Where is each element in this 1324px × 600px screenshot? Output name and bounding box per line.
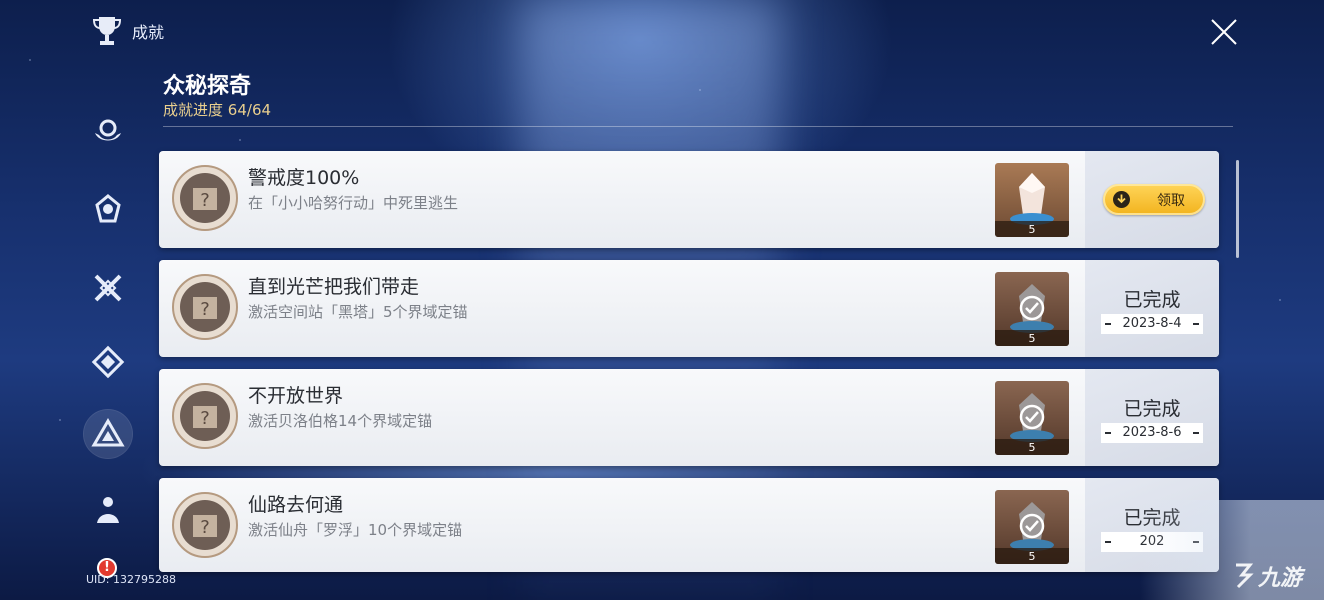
figure-emblem-icon: [97, 497, 119, 523]
sidebar-item-6[interactable]: [84, 486, 132, 534]
hands-emblem-icon: [95, 119, 121, 141]
crossed-swords-emblem-icon: [94, 274, 122, 302]
sidebar-item-2[interactable]: [84, 186, 132, 234]
achievement-description: 激活空间站「黑塔」5个界域定锚: [248, 303, 468, 321]
completion-date: 2023-8-6: [1101, 423, 1203, 443]
list-scrollbar[interactable]: [1236, 160, 1239, 258]
achievement-description: 激活仙舟「罗浮」10个界域定锚: [248, 521, 463, 539]
status-panel: 领取: [1085, 151, 1219, 248]
category-title: 众秘探奇: [163, 74, 252, 99]
achievement-title: 警戒度100%: [248, 167, 360, 189]
achievement-medal-icon: ?: [172, 274, 238, 340]
sidebar-item-3[interactable]: [84, 264, 132, 312]
achievement-progress: 成就进度 64/64: [163, 99, 271, 120]
divider: [163, 126, 1233, 127]
reward-qty: 5: [1028, 441, 1036, 454]
achievement-card: ? 仙路去何通 激活仙舟「罗浮」10个界域定锚 5 已完成 202: [159, 478, 1219, 572]
triangle-emblem-icon: [91, 418, 125, 447]
svg-text:?: ?: [200, 299, 210, 320]
watermark: 九游: [1232, 560, 1302, 592]
claim-label: 领取: [1157, 193, 1185, 209]
achievement-card: ? 直到光芒把我们带走 激活空间站「黑塔」5个界域定锚 5 已完成 2023-8…: [159, 260, 1219, 357]
sidebar-item-4[interactable]: [84, 338, 132, 386]
progress-value: 64/64: [227, 101, 272, 119]
svg-text:?: ?: [200, 517, 210, 538]
close-icon[interactable]: [1206, 14, 1242, 50]
achievement-medal-icon: ?: [172, 165, 238, 231]
reward-item[interactable]: 5: [995, 163, 1069, 237]
trophy-icon: [92, 17, 122, 45]
watermark-logo-icon: [1236, 563, 1254, 589]
download-icon: [1113, 191, 1130, 208]
achievement-medal-icon: ?: [172, 383, 238, 449]
reward-qty: 5: [1028, 223, 1036, 236]
achievement-description: 激活贝洛伯格14个界域定锚: [248, 412, 433, 430]
achievement-card: ? 警戒度100% 在「小小哈努行动」中死里逃生 5 领取: [159, 151, 1219, 248]
achievement-title: 不开放世界: [248, 385, 344, 407]
reward-qty: 5: [1028, 550, 1036, 563]
uid-label: UID: 132795288: [86, 573, 176, 586]
completion-date: 2023-8-4: [1101, 314, 1203, 334]
helmet-emblem-icon: [95, 194, 121, 223]
reward-qty: 5: [1028, 332, 1036, 345]
header: 成就: [92, 14, 164, 48]
status-panel: 已完成 2023-8-6: [1085, 369, 1219, 466]
achievement-description: 在「小小哈努行动」中死里逃生: [248, 194, 459, 212]
sidebar-item-1[interactable]: [84, 108, 132, 156]
page-title: 成就: [132, 23, 165, 42]
completed-label: 已完成: [1123, 289, 1181, 311]
reward-item[interactable]: 5: [995, 381, 1069, 455]
sidebar-item-5[interactable]: [84, 410, 132, 458]
svg-text:?: ?: [200, 408, 210, 429]
achievement-card: ? 不开放世界 激活贝洛伯格14个界域定锚 5 已完成 2023-8-6: [159, 369, 1219, 466]
claim-button[interactable]: 领取: [1103, 184, 1205, 215]
completed-label: 已完成: [1123, 398, 1181, 420]
status-panel: 已完成 2023-8-4: [1085, 260, 1219, 357]
achievement-medal-icon: ?: [172, 492, 238, 558]
progress-label: 成就进度: [163, 101, 224, 119]
svg-text:?: ?: [200, 190, 210, 211]
achievement-title: 仙路去何通: [248, 494, 344, 516]
achievement-title: 直到光芒把我们带走: [248, 276, 420, 298]
reward-item[interactable]: 5: [995, 490, 1069, 564]
reward-item[interactable]: 5: [995, 272, 1069, 346]
diamond-emblem-icon: [91, 345, 125, 379]
watermark-text: 九游: [1258, 566, 1303, 591]
